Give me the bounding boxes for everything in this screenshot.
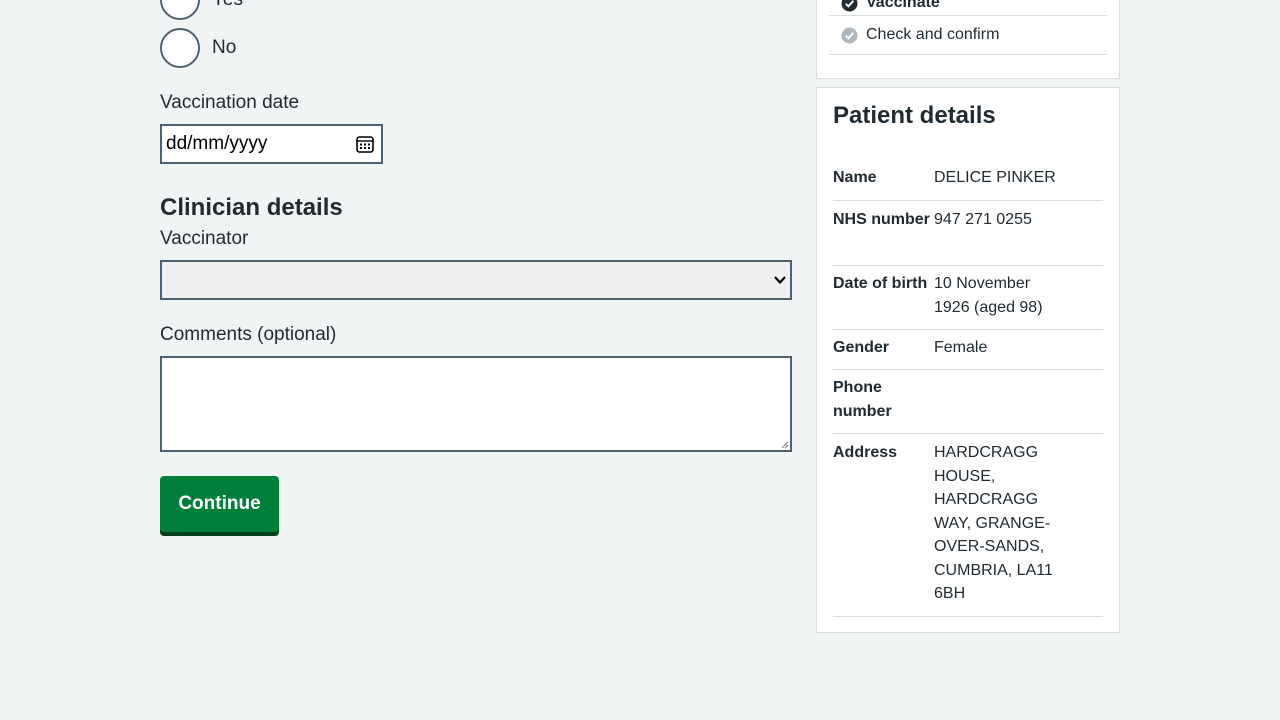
patient-details-heading: Patient details: [833, 102, 996, 129]
vaccinator-select[interactable]: [160, 260, 792, 300]
patient-key-nhs-number: NHS number: [833, 211, 930, 228]
radio-label-no: No: [212, 37, 237, 58]
chevron-down-icon: [774, 276, 786, 285]
vaccination-date-placeholder: dd/mm/yyyy: [166, 133, 268, 154]
patient-row-name: Name DELICE PINKER: [833, 166, 1103, 201]
radio-option-yes[interactable]: Yes: [160, 0, 243, 20]
patient-key-phone-number: Phone number: [833, 379, 892, 420]
comments-label: Comments (optional): [160, 324, 337, 345]
patient-row-address: Address HARDCRAGG HOUSE, HARDCRAGG WAY, …: [833, 441, 1103, 617]
patient-key-date-of-birth: Date of birth: [833, 275, 928, 292]
task-label-vaccinate: Vaccinate: [866, 0, 940, 11]
patient-row-gender: Gender Female: [833, 336, 1103, 370]
page: Yes No Vaccination date dd/mm/yyyy Clini…: [0, 0, 1280, 720]
vaccinator-label: Vaccinator: [160, 228, 249, 249]
resize-handle-icon[interactable]: [781, 441, 789, 449]
calendar-icon[interactable]: [356, 135, 374, 153]
task-label-check-and-confirm: Check and confirm: [866, 26, 1000, 43]
patient-key-address: Address: [833, 444, 898, 461]
task-item-vaccinate[interactable]: Vaccinate: [829, 0, 1107, 16]
patient-details-card: Patient details Name DELICE PINKER NHS n…: [816, 87, 1120, 633]
check-circle-icon: [841, 27, 858, 43]
patient-value-nhs-number: 947 271 0255: [934, 211, 1032, 228]
patient-value-name: DELICE PINKER: [934, 169, 1056, 186]
radio-option-no[interactable]: No: [160, 28, 236, 68]
vaccination-date-label: Vaccination date: [160, 92, 300, 113]
patient-row-nhs-number: NHS number 947 271 0255: [833, 208, 1103, 266]
vaccination-date-input[interactable]: dd/mm/yyyy: [160, 124, 383, 164]
patient-value-date-of-birth: 10 November 1926 (aged 98): [934, 275, 1043, 316]
check-circle-icon: [841, 0, 858, 11]
clinician-details-heading: Clinician details: [160, 194, 343, 221]
patient-key-gender: Gender: [833, 339, 890, 356]
patient-value-gender: Female: [934, 339, 988, 356]
task-item-check-and-confirm[interactable]: Check and confirm: [829, 16, 1107, 55]
comments-textarea[interactable]: [160, 356, 792, 452]
radio-button-yes[interactable]: [160, 0, 200, 20]
patient-row-phone-number: Phone number: [833, 376, 1103, 434]
patient-value-phone-number: [934, 376, 1064, 433]
patient-value-address: HARDCRAGG HOUSE, HARDCRAGG WAY, GRANGE-O…: [934, 444, 1053, 602]
patient-row-date-of-birth: Date of birth 10 November 1926 (aged 98): [833, 272, 1103, 330]
radio-button-no[interactable]: [160, 28, 200, 68]
task-list-card: Vaccinate Check and confirm: [816, 0, 1120, 79]
continue-button[interactable]: Continue: [160, 476, 279, 532]
patient-key-name: Name: [833, 169, 877, 186]
radio-label-yes: Yes: [212, 0, 243, 11]
